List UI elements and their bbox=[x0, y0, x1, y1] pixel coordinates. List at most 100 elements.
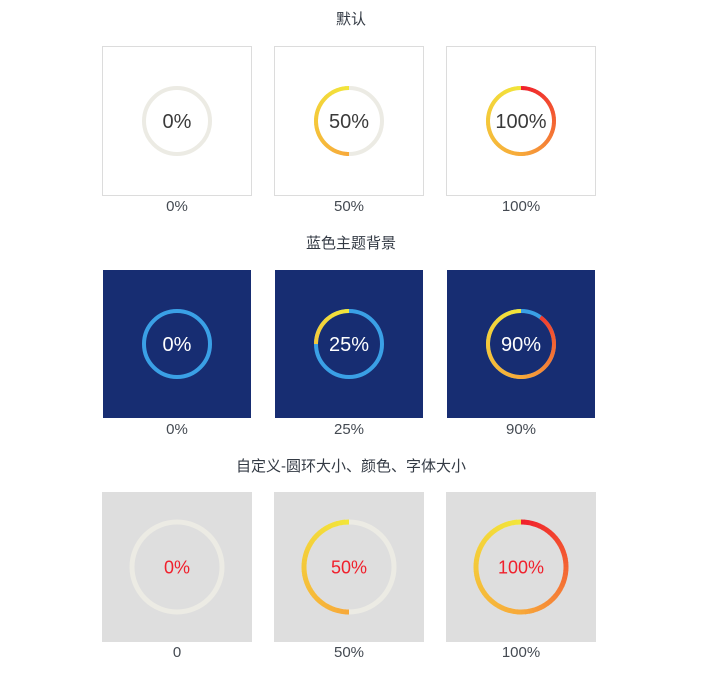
ring-progress-segment bbox=[542, 95, 548, 102]
ring-progress-segment bbox=[498, 315, 504, 321]
ring-progress-segment bbox=[560, 550, 567, 557]
progress-ring: 25% bbox=[314, 308, 384, 379]
ring-progress-segment bbox=[486, 530, 494, 538]
ring-progress-segment bbox=[321, 319, 328, 325]
ring-progress-segment bbox=[538, 523, 545, 531]
ring-progress-segment bbox=[328, 313, 334, 319]
ring-progress-segment bbox=[553, 536, 560, 543]
ring-progress-segment bbox=[550, 335, 556, 340]
ring-progress-segment bbox=[542, 363, 548, 370]
ring-progress-segment bbox=[489, 326, 495, 332]
ring-progress-segment bbox=[315, 332, 320, 337]
ring-progress-segment bbox=[561, 554, 568, 560]
ring-progress-segment bbox=[512, 608, 518, 615]
ring-progress-segment bbox=[500, 369, 506, 375]
ring-progress-segment bbox=[321, 96, 328, 102]
ring-progress-segment bbox=[540, 365, 546, 372]
ring-progress-segment bbox=[486, 349, 492, 354]
ring-progress-segment bbox=[318, 136, 324, 142]
ring-progress-segment bbox=[548, 596, 556, 604]
ring-progress-segment bbox=[339, 150, 345, 156]
ring-progress-segment bbox=[337, 150, 342, 155]
ring-progress-segment bbox=[549, 329, 555, 334]
ring-progress-segment bbox=[324, 142, 330, 149]
ring-progress-segment bbox=[490, 136, 496, 142]
ring-progress-segment bbox=[336, 608, 343, 614]
ring-progress-segment bbox=[336, 520, 342, 527]
ring-progress-segment bbox=[508, 373, 514, 378]
ring-progress-segment bbox=[500, 313, 506, 319]
ring-progress-segment bbox=[324, 523, 332, 531]
ring-progress-segment bbox=[476, 581, 483, 588]
ring-progress-segment bbox=[314, 111, 320, 117]
ring-progress-segment bbox=[557, 584, 565, 591]
ring-card: 25% bbox=[274, 269, 424, 419]
ring-progress-segment bbox=[549, 108, 555, 113]
ring-progress-segment bbox=[536, 146, 542, 152]
progress-ring: 50% bbox=[301, 519, 397, 615]
ring-progress-segment bbox=[314, 530, 322, 538]
ring-progress-segment bbox=[305, 584, 313, 592]
ring-progress-segment bbox=[304, 546, 311, 553]
ring-progress-segment bbox=[474, 554, 480, 561]
ring-progress-segment bbox=[528, 87, 533, 92]
ring-progress-segment bbox=[340, 608, 346, 615]
progress-ring: 50% bbox=[313, 85, 384, 156]
ring-progress-segment bbox=[529, 149, 534, 155]
ring-progress-segment bbox=[314, 334, 320, 340]
ring-progress-segment bbox=[528, 607, 534, 614]
ring-progress-segment bbox=[312, 533, 319, 541]
ring-progress-segment bbox=[541, 317, 547, 323]
ring-progress-segment bbox=[546, 136, 552, 142]
ring-progress-segment bbox=[509, 150, 514, 155]
ring-progress-segment bbox=[493, 601, 501, 609]
ring-progress-segment bbox=[546, 359, 552, 365]
ring-progress-segment bbox=[340, 519, 346, 526]
ring-progress-segment bbox=[531, 148, 537, 154]
progress-ring: 100% bbox=[473, 519, 569, 615]
ring-progress-segment bbox=[302, 554, 308, 561]
ring-progress-segment bbox=[547, 357, 553, 362]
ring-progress-segment bbox=[333, 311, 339, 317]
ring-progress-segment bbox=[526, 150, 531, 156]
ring-progress-segment bbox=[550, 125, 556, 131]
ring-caption: 50% bbox=[274, 644, 424, 662]
ring-progress-segment bbox=[541, 525, 549, 533]
progress-ring: 0% bbox=[142, 86, 212, 156]
ring-progress-segment bbox=[339, 309, 344, 315]
ring-progress-segment bbox=[503, 147, 509, 153]
progress-ring: 0% bbox=[129, 519, 225, 615]
ring-progress-segment bbox=[336, 310, 341, 316]
ring-progress-segment bbox=[317, 103, 323, 109]
ring-progress-segment bbox=[539, 315, 544, 321]
ring-progress-segment bbox=[538, 603, 546, 611]
ring-progress-segment bbox=[506, 149, 511, 155]
ring-progress-segment bbox=[484, 533, 491, 541]
ring-caption: 0 bbox=[172, 644, 182, 661]
ring-progress-segment bbox=[487, 106, 493, 111]
progress-ring: 90% bbox=[486, 308, 557, 380]
ring-progress-segment bbox=[528, 373, 534, 378]
ring-progress-segment bbox=[486, 334, 492, 339]
ring-progress-segment bbox=[511, 373, 516, 379]
ring-progress-segment bbox=[536, 90, 542, 96]
ring-progress-segment bbox=[500, 522, 507, 529]
ring-progress-segment bbox=[488, 329, 493, 334]
ring-progress-segment bbox=[332, 521, 339, 528]
ring-progress-segment bbox=[314, 126, 320, 131]
ring-percent-label: 0% bbox=[163, 111, 192, 133]
ring-progress-segment bbox=[505, 88, 511, 94]
ring-progress-segment bbox=[496, 317, 502, 323]
ring-progress-segment bbox=[531, 606, 538, 613]
ring-progress-segment bbox=[508, 520, 514, 527]
ring-progress-segment bbox=[544, 138, 550, 144]
ring-progress-segment bbox=[302, 550, 310, 557]
ring-progress-segment bbox=[562, 570, 569, 576]
ring-progress-segment bbox=[536, 369, 542, 375]
ring-caption: 25% bbox=[333, 421, 365, 438]
ring-progress-segment bbox=[301, 570, 308, 576]
ring-progress-segment bbox=[317, 326, 323, 332]
ring-progress-segment bbox=[495, 94, 502, 100]
ring-progress-segment bbox=[560, 577, 568, 584]
ring-progress-segment bbox=[320, 98, 326, 104]
